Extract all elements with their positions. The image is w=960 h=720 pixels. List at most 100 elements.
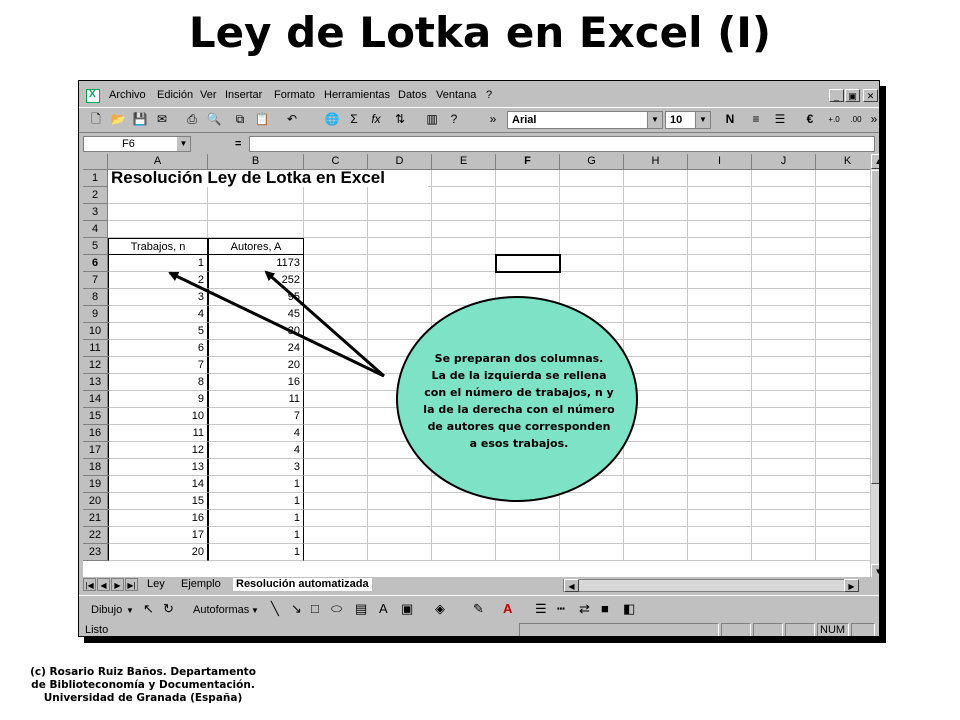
cell[interactable] [624,459,688,476]
cell[interactable] [688,374,752,391]
cell[interactable] [816,289,870,306]
cell[interactable] [304,442,368,459]
font-color-icon[interactable]: A [503,602,512,616]
horizontal-scrollbar[interactable]: ◀ ▶ [563,579,859,592]
cell[interactable] [752,459,816,476]
cell[interactable] [624,289,688,306]
trabajos-value[interactable]: 15 [108,493,208,510]
trabajos-value[interactable]: 11 [108,425,208,442]
preview-icon[interactable]: 🔍 [205,111,223,128]
cell[interactable] [432,170,496,187]
cell[interactable] [304,408,368,425]
trabajos-value[interactable]: 13 [108,459,208,476]
autores-value[interactable]: 24 [208,340,304,357]
cell[interactable] [624,510,688,527]
cell[interactable] [688,510,752,527]
row-header[interactable]: 4 [83,221,108,238]
cell[interactable] [688,323,752,340]
cell[interactable] [624,323,688,340]
row-header[interactable]: 11 [83,340,108,357]
menu-datos[interactable]: Datos [398,89,427,101]
cell[interactable] [752,425,816,442]
trabajos-value[interactable]: 17 [108,527,208,544]
cell[interactable] [752,238,816,255]
header-autores[interactable]: Autores, A [208,238,304,255]
cell[interactable] [304,527,368,544]
fill-color-icon[interactable]: ◈ [435,602,445,616]
cell[interactable] [816,272,870,289]
help-icon[interactable]: ? [445,111,463,128]
draw-menu[interactable]: Dibujo [91,604,122,616]
more-buttons-icon[interactable]: » [865,111,879,128]
trabajos-value[interactable]: 2 [108,272,208,289]
cell[interactable] [304,255,368,272]
cell[interactable] [752,170,816,187]
cell[interactable] [496,204,560,221]
cell[interactable] [560,493,624,510]
cell[interactable] [752,187,816,204]
cell[interactable] [368,204,432,221]
arrow-style-icon[interactable]: ⇄ [579,602,590,616]
row-header[interactable]: 2 [83,187,108,204]
row-header[interactable]: 13 [83,374,108,391]
3d-icon[interactable]: ◧ [623,602,635,616]
cell[interactable] [304,476,368,493]
autores-value[interactable]: 30 [208,323,304,340]
cell[interactable] [432,238,496,255]
cell[interactable] [624,476,688,493]
cell[interactable] [560,238,624,255]
align-right-icon[interactable]: ☰ [771,111,789,128]
align-center-icon[interactable]: ≡ [747,111,765,128]
cell[interactable] [816,425,870,442]
column-header-k[interactable]: K [816,154,870,170]
cell[interactable] [304,357,368,374]
select-objects-icon[interactable]: ↖ [143,602,154,616]
cell[interactable] [816,357,870,374]
cell[interactable] [560,544,624,561]
cell[interactable] [816,544,870,561]
euro-icon[interactable]: € [801,111,819,128]
cell[interactable] [752,221,816,238]
trabajos-value[interactable]: 20 [108,544,208,561]
cell[interactable] [816,187,870,204]
row-header[interactable]: 15 [83,408,108,425]
cell[interactable] [560,170,624,187]
cell[interactable] [368,289,432,306]
cell[interactable] [560,289,624,306]
cell[interactable] [432,187,496,204]
cell[interactable] [688,442,752,459]
cell[interactable] [496,272,560,289]
cell[interactable] [208,187,304,204]
cell[interactable] [752,357,816,374]
formula-input[interactable] [249,136,875,152]
menu-archivo[interactable]: Archivo [109,89,146,101]
font-size-select[interactable]: 10 ▼ [665,111,711,129]
new-icon[interactable]: 🗋 [87,111,105,128]
wordart-icon[interactable]: A [379,602,388,616]
line-style-icon[interactable]: ☰ [535,602,547,616]
cell[interactable] [496,187,560,204]
row-header[interactable]: 20 [83,493,108,510]
function-icon[interactable]: fx [367,111,385,128]
chevron-down-icon[interactable]: ▼ [126,606,134,615]
name-box[interactable]: F6 ▼ [83,136,191,152]
cell[interactable] [752,204,816,221]
line-icon[interactable]: ╲ [271,602,279,616]
trabajos-value[interactable]: 5 [108,323,208,340]
cell[interactable] [752,306,816,323]
cell[interactable] [688,221,752,238]
cell[interactable] [688,272,752,289]
cell[interactable] [368,510,432,527]
hyperlink-icon[interactable]: 🌐 [323,111,341,128]
chevron-down-icon[interactable]: ▼ [251,606,259,615]
cell[interactable] [752,289,816,306]
mail-icon[interactable]: ✉ [153,111,171,128]
last-sheet-icon[interactable]: ▶| [125,578,138,591]
cell[interactable] [816,510,870,527]
close-button[interactable]: ✕ [863,89,878,102]
cell[interactable] [368,187,432,204]
trabajos-value[interactable]: 6 [108,340,208,357]
autores-value[interactable]: 1 [208,510,304,527]
undo-icon[interactable]: ↶ [283,111,301,128]
cell[interactable] [688,187,752,204]
